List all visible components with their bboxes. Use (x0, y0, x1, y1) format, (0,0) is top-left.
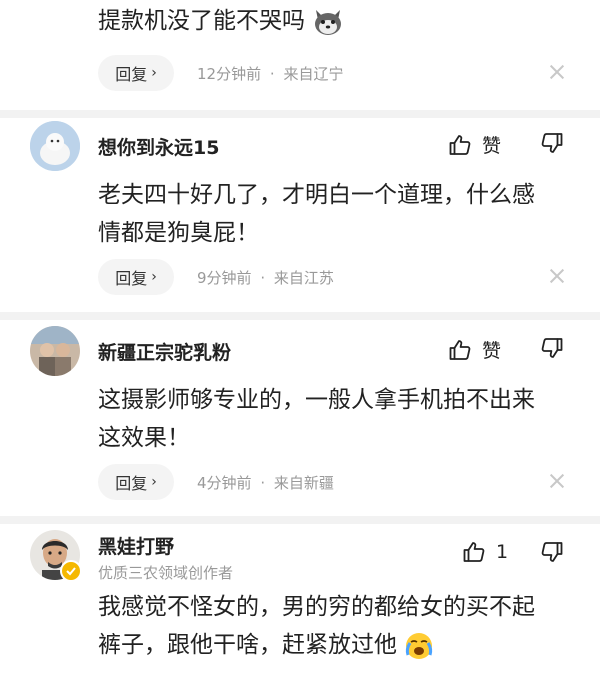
reply-button[interactable]: 回复 › (98, 55, 174, 91)
husky-emoji-icon (312, 6, 344, 38)
username[interactable]: 黑娃打野 (98, 532, 174, 559)
comment-time: 9分钟前 (197, 269, 252, 287)
username[interactable]: 想你到永远15 (98, 133, 219, 160)
thumbs-up-icon (449, 134, 471, 155)
close-icon[interactable] (550, 269, 564, 283)
like-button[interactable]: 1 (462, 540, 508, 564)
divider (0, 516, 600, 524)
avatar[interactable] (30, 121, 80, 171)
thumbs-up-icon (463, 542, 485, 562)
comment-text-line: 我感觉不怪女的，男的穷的都给女的买不起 (98, 594, 535, 620)
comment-text-line: 老夫四十好几了，才明白一个道理，什么感 (98, 182, 535, 208)
comment-text-line: 这摄影师够专业的，一般人拿手机拍不出来 (98, 387, 535, 413)
like-button[interactable]: 赞 (448, 336, 501, 363)
avatar[interactable] (30, 326, 80, 376)
comment-text-line: 提款机没了能不哭吗 (98, 8, 305, 34)
comment-text-line: 裤子，跟他干啥，赶紧放过他 (98, 632, 397, 658)
comment-meta: 9分钟前 · 来自江苏 (197, 269, 334, 287)
thumbs-down-icon (541, 133, 563, 153)
comment-text-line-wrap: 裤子，跟他干啥，赶紧放过他 (98, 626, 535, 664)
comment-location: 来自新疆 (273, 474, 334, 492)
comment-location: 来自辽宁 (283, 65, 344, 83)
comment-text: 老夫四十好几了，才明白一个道理，什么感 情都是狗臭屁！ (98, 176, 535, 252)
dislike-button[interactable] (540, 336, 564, 364)
like-button[interactable]: 赞 (448, 131, 501, 158)
comment-text-line: 情都是狗臭屁！ (98, 220, 259, 246)
comment-meta: 4分钟前 · 来自新疆 (197, 474, 334, 492)
comment-text: 这摄影师够专业的，一般人拿手机拍不出来 这效果！ (98, 381, 535, 457)
thumbs-up-icon (449, 339, 471, 360)
comment-text: 提款机没了能不哭吗 (98, 2, 344, 40)
divider (0, 110, 600, 118)
chevron-right-icon: › (151, 65, 157, 81)
dislike-button[interactable] (540, 131, 564, 159)
comment-text: 我感觉不怪女的，男的穷的都给女的买不起 裤子，跟他干啥，赶紧放过他 (98, 588, 535, 664)
crying-emoji-icon (404, 631, 434, 661)
comment-location: 来自江苏 (273, 269, 334, 287)
divider (0, 312, 600, 320)
comment-time: 4分钟前 (197, 474, 252, 492)
username[interactable]: 新疆正宗驼乳粉 (98, 338, 231, 365)
like-count: 1 (496, 541, 509, 563)
dislike-button[interactable] (540, 540, 564, 568)
close-icon[interactable] (550, 474, 564, 488)
verified-badge-icon (60, 560, 82, 582)
thumbs-down-icon (541, 542, 563, 562)
chevron-right-icon: › (151, 269, 157, 285)
close-icon[interactable] (550, 65, 564, 79)
reply-button[interactable]: 回复 › (98, 259, 174, 295)
thumbs-down-icon (541, 338, 563, 358)
comment-meta: 12分钟前 · 来自辽宁 (197, 65, 344, 83)
reply-button[interactable]: 回复 › (98, 464, 174, 500)
chevron-right-icon: › (151, 474, 157, 490)
comment-time: 12分钟前 (197, 65, 262, 83)
user-subtitle: 优质三农领域创作者 (98, 564, 234, 582)
comment-text-line: 这效果！ (98, 425, 190, 451)
